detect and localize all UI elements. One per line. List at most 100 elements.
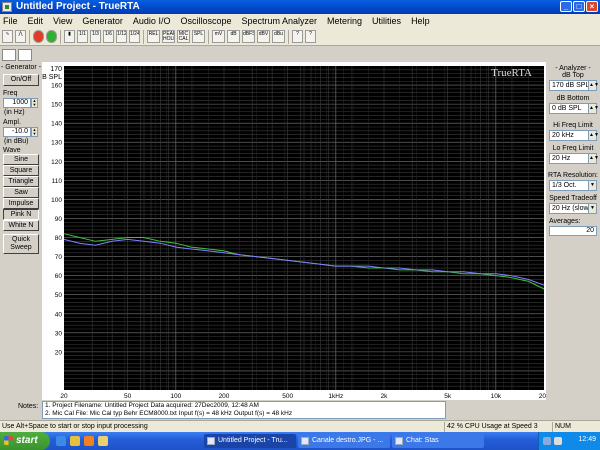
db-bottom-label: dB Bottom xyxy=(556,95,590,102)
res-1-3-button[interactable]: 1/3 xyxy=(90,30,101,43)
db-top-spin-icon[interactable]: ▲▼ xyxy=(588,81,599,90)
quick-sweep-button[interactable]: Quick Sweep xyxy=(3,234,39,254)
averages-input[interactable]: 20 xyxy=(549,226,597,236)
spectrum-thumb-icon-2[interactable] xyxy=(18,49,32,61)
menu-audio-io[interactable]: Audio I/O xyxy=(133,16,171,26)
wave-impulse-button[interactable]: Impulse xyxy=(3,198,39,209)
email-quicklaunch-icon[interactable] xyxy=(70,436,80,446)
y-tick-label: 110 xyxy=(52,178,63,185)
freq-stepper[interactable]: 1000 ▲ ▼ xyxy=(3,98,39,108)
volume-tray-icon[interactable] xyxy=(554,437,562,445)
run-icon[interactable] xyxy=(46,30,57,43)
start-button[interactable]: start xyxy=(0,432,50,450)
media-quicklaunch-icon[interactable] xyxy=(84,436,94,446)
freq-spin-arrows-icon[interactable]: ▲ ▼ xyxy=(31,98,38,108)
toolbar-separator xyxy=(60,29,61,44)
db-bottom-field[interactable]: 0 dB SPL ▲▼ xyxy=(549,103,599,114)
wave-white-noise-button[interactable]: White N xyxy=(3,220,39,231)
folder-quicklaunch-icon[interactable] xyxy=(98,436,108,446)
peak-hold-button[interactable]: PEAK HOLD xyxy=(162,30,175,43)
generator-onoff-button[interactable]: On/Off xyxy=(3,74,39,86)
y-tick-label: 100 xyxy=(51,197,62,204)
menu-utilities[interactable]: Utilities xyxy=(372,16,401,26)
maximize-button[interactable]: □ xyxy=(573,1,585,12)
notes-area: Notes: 1. Project Filename: Untitled Pro… xyxy=(0,400,600,420)
ampl-spin-arrows-icon[interactable]: ▲ ▼ xyxy=(31,127,38,137)
network-tray-icon[interactable] xyxy=(543,437,551,445)
wave-saw-button[interactable]: Saw xyxy=(3,187,39,198)
averages-label: Averages: xyxy=(549,218,581,225)
wave-pink-noise-button[interactable]: Pink N xyxy=(3,209,39,220)
rta-resolution-value: 1/3 Oct. xyxy=(552,182,577,189)
x-tick-label: 100 xyxy=(170,393,181,400)
sweep-icon[interactable]: ⋀ xyxy=(15,30,26,43)
hi-freq-field[interactable]: 20 kHz ▲▼ xyxy=(549,130,599,141)
toolbar: ∿ ⋀ ▮ 1/1 1/3 1/6 1/12 1/24 REL PEAK HOL… xyxy=(0,28,600,46)
menu-metering[interactable]: Metering xyxy=(327,16,362,26)
menu-generator[interactable]: Generator xyxy=(82,16,123,26)
db-top-value: 170 dB SPL xyxy=(552,82,590,89)
ampl-stepper[interactable]: -10.0 ▲ ▼ xyxy=(3,127,39,137)
dbv-button[interactable]: dBV xyxy=(257,30,270,43)
minimize-button[interactable]: _ xyxy=(560,1,572,12)
taskbar-item-truerta[interactable]: Untitled Project - Tru... xyxy=(204,434,296,448)
mic-cal-button[interactable]: MIC CAL xyxy=(177,30,190,43)
hi-freq-spin-icon[interactable]: ▲▼ xyxy=(588,131,599,140)
task-label-0: Untitled Project - Tru... xyxy=(218,437,288,444)
lo-freq-field[interactable]: 20 Hz ▲▼ xyxy=(549,153,599,164)
generator-stop-icon[interactable] xyxy=(33,30,44,43)
spectrum-chart: 20 30 40 50 60 70 80 90 100 110 120 130 140 150 160 20… xyxy=(38,62,550,400)
menu-spectrum-analyzer[interactable]: Spectrum Analyzer xyxy=(241,16,317,26)
rta-resolution-select[interactable]: 1/3 Oct. ▼ xyxy=(549,180,597,191)
speed-tradeoff-dropdown-icon[interactable]: ▼ xyxy=(588,204,596,213)
x-tick-label: 50 xyxy=(124,393,132,400)
menu-view[interactable]: View xyxy=(53,16,72,26)
taskbar-item-chat[interactable]: Chat: Stas xyxy=(392,434,484,448)
scope-icon[interactable]: ▮ xyxy=(64,30,75,43)
wave-sine-button[interactable]: Sine xyxy=(3,154,39,165)
menu-oscilloscope[interactable]: Oscilloscope xyxy=(180,16,231,26)
res-1-12-button[interactable]: 1/12 xyxy=(116,30,127,43)
spl-button[interactable]: SPL xyxy=(192,30,205,43)
menu-help[interactable]: Help xyxy=(411,16,430,26)
res-1-6-button[interactable]: 1/6 xyxy=(103,30,114,43)
help-button[interactable]: ? xyxy=(292,30,303,43)
task-label-2: Chat: Stas xyxy=(406,437,439,444)
freq-input[interactable]: 1000 xyxy=(3,98,31,108)
hi-freq-label: Hi Freq Limit xyxy=(553,122,593,129)
speed-tradeoff-select[interactable]: 20 Hz (slow) ▼ xyxy=(549,203,597,214)
menu-edit[interactable]: Edit xyxy=(28,16,44,26)
taskbar-item-image[interactable]: Canale destro.JPG - ... xyxy=(298,434,390,448)
mv-button[interactable]: mV xyxy=(212,30,225,43)
context-help-button[interactable]: ? xyxy=(305,30,316,43)
status-cpu: 42 % CPU Usage at Speed 3 xyxy=(444,422,552,432)
chat-task-icon xyxy=(395,437,403,445)
res-1-24-button[interactable]: 1/24 xyxy=(129,30,140,43)
db-button[interactable]: dB xyxy=(227,30,240,43)
spectrum-graph[interactable]: 20 30 40 50 60 70 80 90 100 110 120 130 140 150 160 20… xyxy=(38,62,550,400)
rel-button[interactable]: REL xyxy=(147,30,160,43)
dbfs-button[interactable]: dBFS xyxy=(242,30,255,43)
ampl-input[interactable]: -10.0 xyxy=(3,127,31,137)
dbu-button[interactable]: dBu xyxy=(272,30,285,43)
res-1-1-button[interactable]: 1/1 xyxy=(77,30,88,43)
ie-quicklaunch-icon[interactable] xyxy=(56,436,66,446)
db-top-field[interactable]: 170 dB SPL ▲▼ xyxy=(549,80,599,91)
y-tick-label: 70 xyxy=(55,254,63,261)
lo-freq-spin-icon[interactable]: ▲▼ xyxy=(588,154,599,163)
y-tick-label: 30 xyxy=(55,330,63,337)
wave-square-button[interactable]: Square xyxy=(3,165,39,176)
sine-wave-icon[interactable]: ∿ xyxy=(2,30,13,43)
db-bottom-spin-icon[interactable]: ▲▼ xyxy=(588,104,599,113)
notes-label: Notes: xyxy=(18,403,39,410)
image-task-icon xyxy=(301,437,309,445)
rta-resolution-dropdown-icon[interactable]: ▼ xyxy=(588,181,596,190)
notes-textbox[interactable]: 1. Project Filename: Untitled Project Da… xyxy=(42,401,446,419)
x-tick-label: 10k xyxy=(491,393,502,400)
menu-file[interactable]: File xyxy=(3,16,18,26)
spectrum-thumb-icon[interactable] xyxy=(2,49,16,61)
wave-triangle-button[interactable]: Triangle xyxy=(3,176,39,187)
freq-units: (in Hz) xyxy=(4,109,25,116)
y-tick-label: 80 xyxy=(55,235,63,242)
close-button[interactable]: × xyxy=(586,1,598,12)
